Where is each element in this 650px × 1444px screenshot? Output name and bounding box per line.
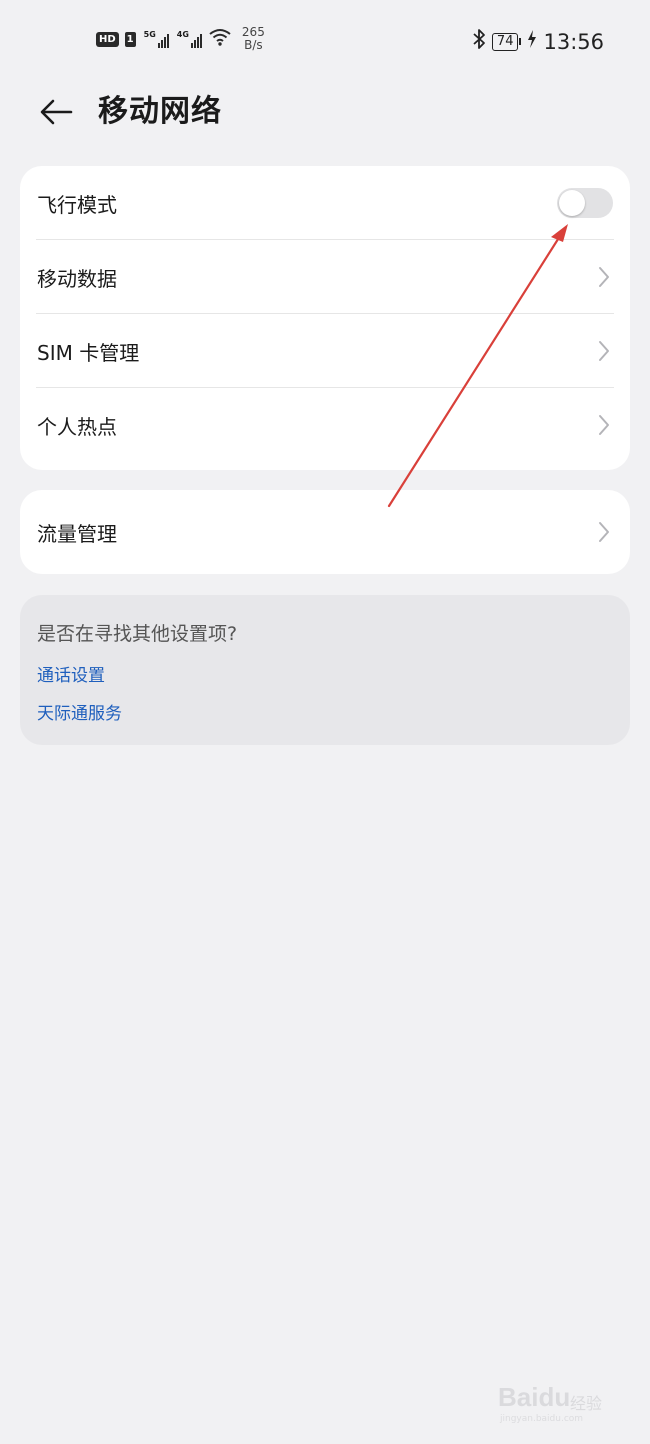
chevron-right-icon	[599, 415, 609, 435]
call-settings-link[interactable]: 通话设置	[37, 661, 105, 686]
signal-5g-label: 5G	[143, 30, 156, 39]
personal-hotspot-label: 个人热点	[37, 414, 117, 439]
mobile-data-row[interactable]: 移动数据	[20, 240, 630, 314]
sim-number-badge: 1	[124, 31, 136, 47]
watermark-text-2: du	[538, 1382, 571, 1412]
page-title: 移动网络	[98, 94, 222, 129]
watermark-url: jingyan.baidu.com	[500, 1414, 584, 1424]
chevron-right-icon	[599, 522, 609, 542]
clock: 13:56	[543, 29, 604, 54]
signal-4g-icon: 4G	[177, 30, 202, 48]
bluetooth-icon	[472, 28, 486, 55]
airplane-mode-toggle[interactable]	[557, 188, 613, 218]
network-speed-unit: B/s	[244, 38, 263, 52]
wifi-icon	[208, 27, 232, 51]
signal-5g-icon: 5G	[144, 30, 169, 48]
network-settings-card: 飞行模式 移动数据 SIM 卡管理 个人热点	[20, 166, 630, 470]
chevron-right-icon	[599, 341, 609, 361]
battery-icon: 74	[491, 32, 522, 51]
back-button[interactable]	[34, 92, 78, 132]
skytone-service-link[interactable]: 天际通服务	[37, 699, 122, 724]
network-speed: 265 B/s	[242, 26, 265, 52]
baidu-jingyan-watermark: Baidu 经验 jingyan.baidu.com	[498, 1378, 628, 1428]
status-bar: HD 1 5G 4G 265 B/s 74 13:56	[0, 0, 650, 80]
personal-hotspot-row[interactable]: 个人热点	[20, 388, 630, 462]
watermark-text-1: Bai	[498, 1382, 539, 1412]
toggle-knob	[559, 190, 585, 216]
sim-management-row[interactable]: SIM 卡管理	[20, 314, 630, 388]
mobile-data-label: 移动数据	[37, 266, 117, 291]
signal-4g-label: 4G	[176, 30, 189, 39]
status-bar-right: 74 13:56	[472, 28, 604, 55]
back-arrow-icon	[40, 99, 73, 125]
watermark-logo-text: Baidu	[498, 1382, 570, 1413]
sim-management-label: SIM 卡管理	[37, 340, 140, 365]
page-header: 移动网络	[0, 80, 650, 144]
charging-icon	[527, 29, 537, 54]
battery-level: 74	[491, 32, 519, 51]
traffic-management-card: 流量管理	[20, 490, 630, 574]
hd-icon: HD	[96, 31, 119, 47]
status-bar-left: HD 1 5G 4G 265 B/s	[96, 26, 265, 52]
watermark-sub: 经验	[570, 1394, 603, 1413]
chevron-right-icon	[599, 267, 609, 287]
airplane-mode-row[interactable]: 飞行模式	[20, 166, 630, 240]
suggestions-panel: 是否在寻找其他设置项? 通话设置 天际通服务	[20, 595, 630, 745]
traffic-management-label: 流量管理	[37, 521, 117, 546]
traffic-management-row[interactable]: 流量管理	[20, 490, 630, 574]
airplane-mode-label: 飞行模式	[37, 192, 117, 217]
suggestions-question: 是否在寻找其他设置项?	[37, 623, 238, 645]
